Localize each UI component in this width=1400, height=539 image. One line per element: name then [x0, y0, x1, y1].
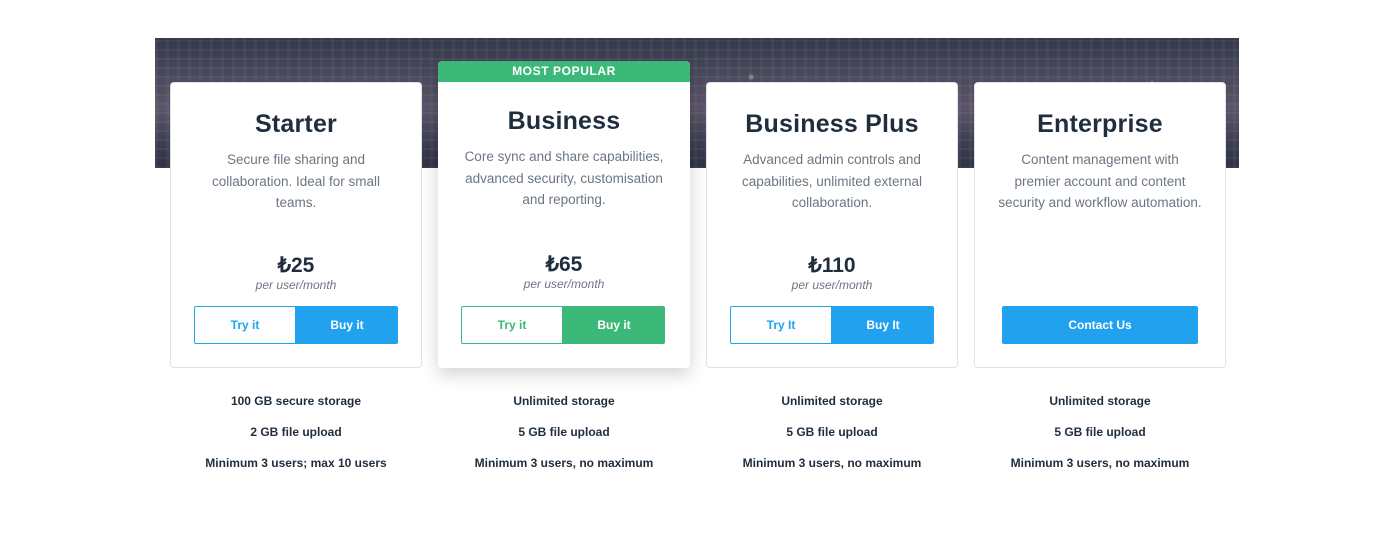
plan-price: ₺65: [545, 253, 583, 276]
feature-item: Minimum 3 users, no maximum: [742, 456, 922, 470]
plan-description: Content management with premier account …: [998, 152, 1202, 210]
feature-item: 2 GB file upload: [250, 425, 342, 439]
feature-list-business-plus: Unlimited storage 5 GB file upload Minim…: [706, 394, 958, 487]
try-it-button[interactable]: Try it: [194, 306, 296, 344]
plan-description: Core sync and share capabilities, advanc…: [464, 149, 664, 207]
plan-card-enterprise: Enterprise Content management with premi…: [974, 82, 1226, 368]
price-period: per user/month: [255, 278, 337, 292]
feature-item: 5 GB file upload: [1054, 425, 1146, 439]
feature-item: Minimum 3 users, no maximum: [474, 456, 654, 470]
plan-actions: Contact Us: [1002, 306, 1198, 344]
plan-description: Secure file sharing and collaboration. I…: [211, 152, 381, 210]
feature-list-enterprise: Unlimited storage 5 GB file upload Minim…: [974, 394, 1226, 487]
buy-it-button[interactable]: Buy it: [296, 306, 398, 344]
plan-actions: Try it Buy it: [194, 306, 398, 344]
feature-list-business: Unlimited storage 5 GB file upload Minim…: [438, 394, 690, 487]
try-it-button[interactable]: Try it: [461, 306, 563, 344]
feature-item: Unlimited storage: [1049, 394, 1151, 408]
plan-price: ₺110: [808, 254, 856, 277]
feature-item: 100 GB secure storage: [230, 394, 362, 408]
plan-name: Starter: [255, 110, 337, 138]
plan-name: Business: [507, 107, 621, 135]
plan-name: Enterprise: [1037, 110, 1163, 138]
feature-item: Minimum 3 users; max 10 users: [205, 456, 387, 470]
price-period: per user/month: [523, 277, 605, 291]
plan-card-business-plus: Business Plus Advanced admin controls an…: [706, 82, 958, 368]
plan-card-business: MOST POPULAR Business Core sync and shar…: [438, 61, 690, 368]
contact-us-button[interactable]: Contact Us: [1002, 306, 1198, 344]
feature-item: Unlimited storage: [513, 394, 615, 408]
feature-item: Minimum 3 users, no maximum: [1010, 456, 1190, 470]
feature-list-starter: 100 GB secure storage 2 GB file upload M…: [170, 394, 422, 487]
feature-item: 5 GB file upload: [786, 425, 878, 439]
feature-item: 5 GB file upload: [518, 425, 610, 439]
plan-card-starter: Starter Secure file sharing and collabor…: [170, 82, 422, 368]
feature-item: Unlimited storage: [781, 394, 883, 408]
most-popular-badge: MOST POPULAR: [438, 61, 690, 82]
price-period: per user/month: [791, 278, 873, 292]
plan-description: Advanced admin controls and capabilities…: [741, 152, 923, 210]
plan-actions: Try It Buy It: [730, 306, 934, 344]
buy-it-button[interactable]: Buy it: [563, 306, 665, 344]
buy-it-button[interactable]: Buy It: [832, 306, 934, 344]
plan-actions: Try it Buy it: [461, 306, 665, 344]
plan-name: Business Plus: [745, 110, 919, 138]
plan-price: ₺25: [277, 254, 315, 277]
try-it-button[interactable]: Try It: [730, 306, 832, 344]
